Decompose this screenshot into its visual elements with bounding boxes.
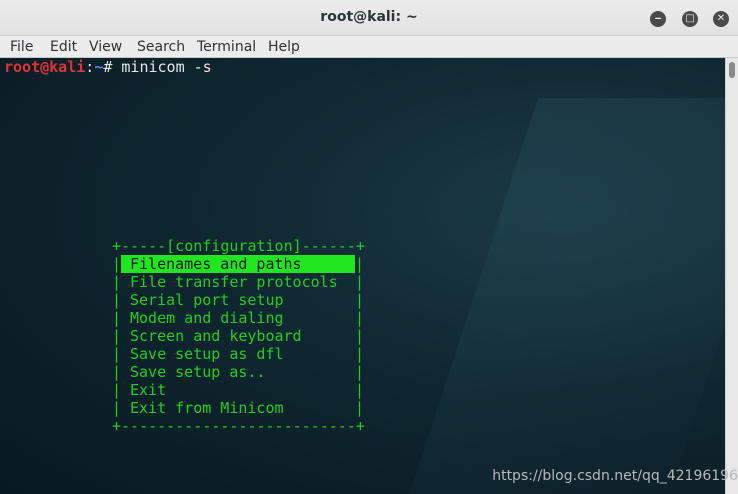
prompt-path: ~ [94, 58, 104, 76]
terminal-area[interactable]: root@kali:~# minicom -s +-----[configura… [0, 58, 725, 494]
prompt-line: root@kali:~# minicom -s [4, 58, 212, 76]
config-border-left-1: | [112, 273, 122, 291]
wallpaper-shape [401, 98, 725, 494]
close-icon[interactable]: ✕ [713, 11, 729, 27]
config-border-right-1: | [355, 273, 365, 291]
config-item-exit[interactable]: Exit [130, 381, 166, 399]
config-border-right-5: | [355, 345, 365, 363]
config-border-right-8: | [355, 399, 365, 417]
config-item-file-transfer[interactable]: File transfer protocols [130, 273, 338, 291]
prompt-sep: : [85, 58, 95, 76]
terminal-scrollbar[interactable] [725, 58, 738, 494]
config-border-right-0: | [355, 255, 365, 273]
prompt-user: root@kali [4, 58, 86, 76]
config-border-left-2: | [112, 291, 122, 309]
config-border-left-0: | [112, 255, 122, 273]
config-item-save-as[interactable]: Save setup as.. [130, 363, 265, 381]
config-item-filenames[interactable]: Filenames and paths [130, 255, 302, 273]
config-border-left-6: | [112, 363, 122, 381]
menu-view[interactable]: View [89, 39, 122, 55]
config-item-modem[interactable]: Modem and dialing [130, 309, 284, 327]
menu-file[interactable]: File [10, 39, 33, 55]
config-border-right-6: | [355, 363, 365, 381]
config-box-bottom: +--------------------------+ [112, 417, 365, 435]
config-item-exit-minicom[interactable]: Exit from Minicom [130, 399, 284, 417]
command-text: minicom -s [121, 58, 212, 76]
window-title: root@kali: ~ [320, 9, 418, 25]
window-titlebar[interactable]: root@kali: ~ ‒ □ ✕ [0, 0, 738, 36]
menu-help[interactable]: Help [268, 39, 300, 55]
config-border-right-7: | [355, 381, 365, 399]
config-border-left-4: | [112, 327, 122, 345]
prompt-symbol: # [103, 58, 122, 76]
config-border-right-2: | [355, 291, 365, 309]
config-border-left-8: | [112, 399, 122, 417]
maximize-icon[interactable]: □ [682, 11, 698, 27]
config-item-screen-keyboard[interactable]: Screen and keyboard [130, 327, 302, 345]
scrollbar-thumb[interactable] [729, 62, 735, 78]
watermark-text: https://blog.csdn.net/qq_42196196 [492, 468, 738, 484]
config-border-left-7: | [112, 381, 122, 399]
menu-edit[interactable]: Edit [50, 39, 77, 55]
config-item-save-dfl[interactable]: Save setup as dfl [130, 345, 284, 363]
menubar: File Edit View Search Terminal Help [0, 36, 738, 58]
config-border-right-4: | [355, 327, 365, 345]
config-item-serial-port[interactable]: Serial port setup [130, 291, 284, 309]
config-border-left-3: | [112, 309, 122, 327]
menu-terminal[interactable]: Terminal [197, 39, 256, 55]
config-border-right-3: | [355, 309, 365, 327]
minimize-icon[interactable]: ‒ [650, 11, 666, 27]
config-box-top: +-----[configuration]------+ [112, 237, 365, 255]
menu-search[interactable]: Search [137, 39, 185, 55]
config-border-left-5: | [112, 345, 122, 363]
